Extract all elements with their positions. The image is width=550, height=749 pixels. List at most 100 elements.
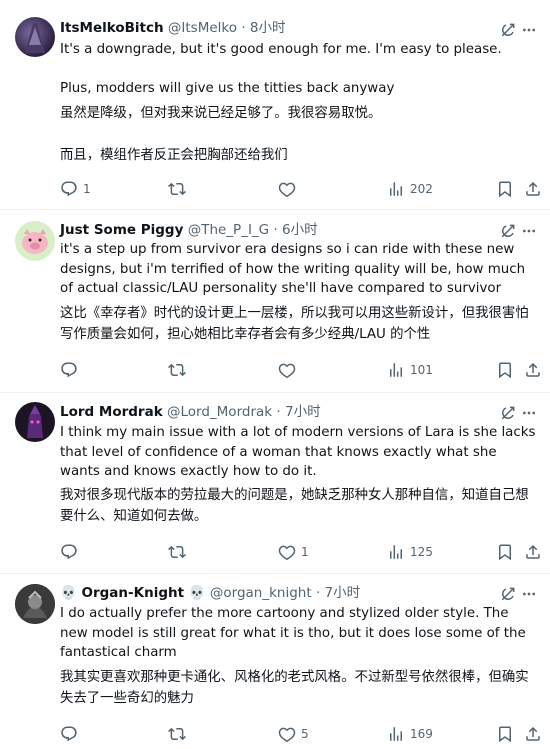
share-icon	[524, 725, 542, 743]
share-button[interactable]	[524, 540, 542, 564]
share-button[interactable]	[524, 177, 542, 201]
views-button[interactable]: 101	[387, 358, 433, 382]
grok-icon[interactable]	[500, 586, 516, 602]
views-count: 202	[410, 182, 433, 196]
share-icon	[524, 361, 542, 379]
grok-icon[interactable]	[500, 22, 516, 38]
tweet-translation: 虽然是降级，但对我来说已经足够了。我很容易取悦。 而且，模组作者反正会把胸部还给…	[60, 106, 382, 163]
views-icon	[387, 180, 405, 198]
like-icon	[278, 361, 296, 379]
bookmark-icon	[496, 361, 514, 379]
display-name[interactable]: ItsMelkoBitch	[60, 20, 164, 36]
like-icon	[278, 543, 296, 561]
bookmark-icon	[496, 543, 514, 561]
tweet[interactable]: 💀 Organ-Knight 💀 @organ_knight · 7小时 I d…	[0, 574, 550, 749]
tweet-translation: 这比《幸存者》时代的设计更上一层楼，所以我可以用这些新设计，但我很害怕写作质量会…	[60, 306, 529, 342]
like-count: 1	[301, 545, 309, 559]
share-icon	[524, 180, 542, 198]
views-count: 169	[410, 727, 433, 741]
handle[interactable]: @ItsMelko	[168, 20, 237, 36]
tweet[interactable]: Just Some Piggy @The_P_I_G · 6小时 it's a …	[0, 210, 550, 393]
tweet-header: 💀 Organ-Knight 💀 @organ_knight · 7小时	[60, 582, 538, 604]
tweet-text: I think my main issue with a lot of mode…	[60, 425, 536, 479]
bookmark-button[interactable]	[496, 722, 514, 746]
like-icon	[278, 180, 296, 198]
repost-button[interactable]	[168, 540, 191, 564]
more-icon[interactable]	[520, 586, 538, 602]
grok-icon[interactable]	[500, 405, 516, 421]
handle[interactable]: @The_P_I_G	[188, 222, 269, 238]
tweet-text: It's a downgrade, but it's good enough f…	[60, 42, 502, 96]
share-button[interactable]	[524, 722, 542, 746]
views-count: 125	[410, 545, 433, 559]
reply-button[interactable]	[60, 358, 83, 382]
grok-icon[interactable]	[500, 223, 516, 239]
more-icon[interactable]	[520, 405, 538, 421]
views-count: 101	[410, 363, 433, 377]
separator: ·	[315, 585, 321, 601]
tweet-translation: 我对很多现代版本的劳拉最大的问题是，她缺乏那种女人那种自信，知道自己想要什么、知…	[60, 488, 529, 524]
display-name[interactable]: Lord Mordrak	[60, 404, 163, 420]
like-button[interactable]: 5	[278, 722, 309, 746]
repost-icon	[168, 725, 186, 743]
avatar[interactable]	[15, 402, 55, 442]
tweet-text: I do actually prefer the more cartoony a…	[60, 606, 526, 660]
reply-icon	[60, 543, 78, 561]
tweet-actions: 5 169	[60, 722, 542, 746]
tweet-translation: 我其实更喜欢那种更卡通化、风格化的老式风格。不过新型号依然很棒，但确实失去了一些…	[60, 670, 529, 706]
tweet-text: it's a step up from survivor era designs…	[60, 242, 526, 296]
more-icon[interactable]	[520, 22, 538, 38]
repost-icon	[168, 361, 186, 379]
bookmark-icon	[496, 180, 514, 198]
tweet[interactable]: Lord Mordrak @Lord_Mordrak · 7小时 I think…	[0, 393, 550, 574]
views-icon	[387, 543, 405, 561]
tweet-actions: 1 202	[60, 177, 542, 201]
views-button[interactable]: 125	[387, 540, 433, 564]
tweet[interactable]: ItsMelkoBitch @ItsMelko · 8小时 It's a dow…	[0, 0, 550, 210]
avatar[interactable]	[15, 584, 55, 624]
handle[interactable]: @organ_knight	[210, 585, 312, 601]
views-button[interactable]: 169	[387, 722, 433, 746]
handle[interactable]: @Lord_Mordrak	[167, 404, 272, 420]
display-name[interactable]: Just Some Piggy	[60, 222, 183, 238]
avatar[interactable]	[15, 221, 55, 261]
share-button[interactable]	[524, 358, 542, 382]
timestamp[interactable]: 7小时	[325, 585, 361, 601]
like-button[interactable]	[278, 177, 301, 201]
bookmark-button[interactable]	[496, 177, 514, 201]
repost-button[interactable]	[168, 177, 191, 201]
like-button[interactable]: 1	[278, 540, 309, 564]
tweet-actions: 101	[60, 358, 542, 382]
separator: ·	[241, 20, 246, 36]
repost-icon	[168, 180, 186, 198]
reply-icon	[60, 361, 78, 379]
more-icon[interactable]	[520, 223, 538, 239]
timestamp[interactable]: 6小时	[282, 222, 318, 238]
bookmark-button[interactable]	[496, 540, 514, 564]
tweet-header: Just Some Piggy @The_P_I_G · 6小时	[60, 219, 538, 241]
reply-icon	[60, 725, 78, 743]
separator: ·	[276, 404, 281, 420]
tweet-header: ItsMelkoBitch @ItsMelko · 8小时	[60, 17, 538, 39]
repost-button[interactable]	[168, 722, 191, 746]
tweet-actions: 1 125	[60, 540, 542, 564]
reply-icon	[60, 180, 78, 198]
bookmark-button[interactable]	[496, 358, 514, 382]
reply-button[interactable]: 1	[60, 177, 91, 201]
like-button[interactable]	[278, 358, 301, 382]
repost-button[interactable]	[168, 358, 191, 382]
views-icon	[387, 361, 405, 379]
like-count: 5	[301, 727, 309, 741]
tweet-header: Lord Mordrak @Lord_Mordrak · 7小时	[60, 401, 538, 423]
reply-button[interactable]	[60, 722, 83, 746]
display-name[interactable]: 💀 Organ-Knight 💀	[60, 585, 206, 601]
share-icon	[524, 543, 542, 561]
bookmark-icon	[496, 725, 514, 743]
reply-button[interactable]	[60, 540, 83, 564]
views-button[interactable]: 202	[387, 177, 433, 201]
like-icon	[278, 725, 296, 743]
avatar[interactable]	[15, 17, 55, 57]
timestamp[interactable]: 8小时	[250, 20, 286, 36]
repost-icon	[168, 543, 186, 561]
timestamp[interactable]: 7小时	[285, 404, 321, 420]
